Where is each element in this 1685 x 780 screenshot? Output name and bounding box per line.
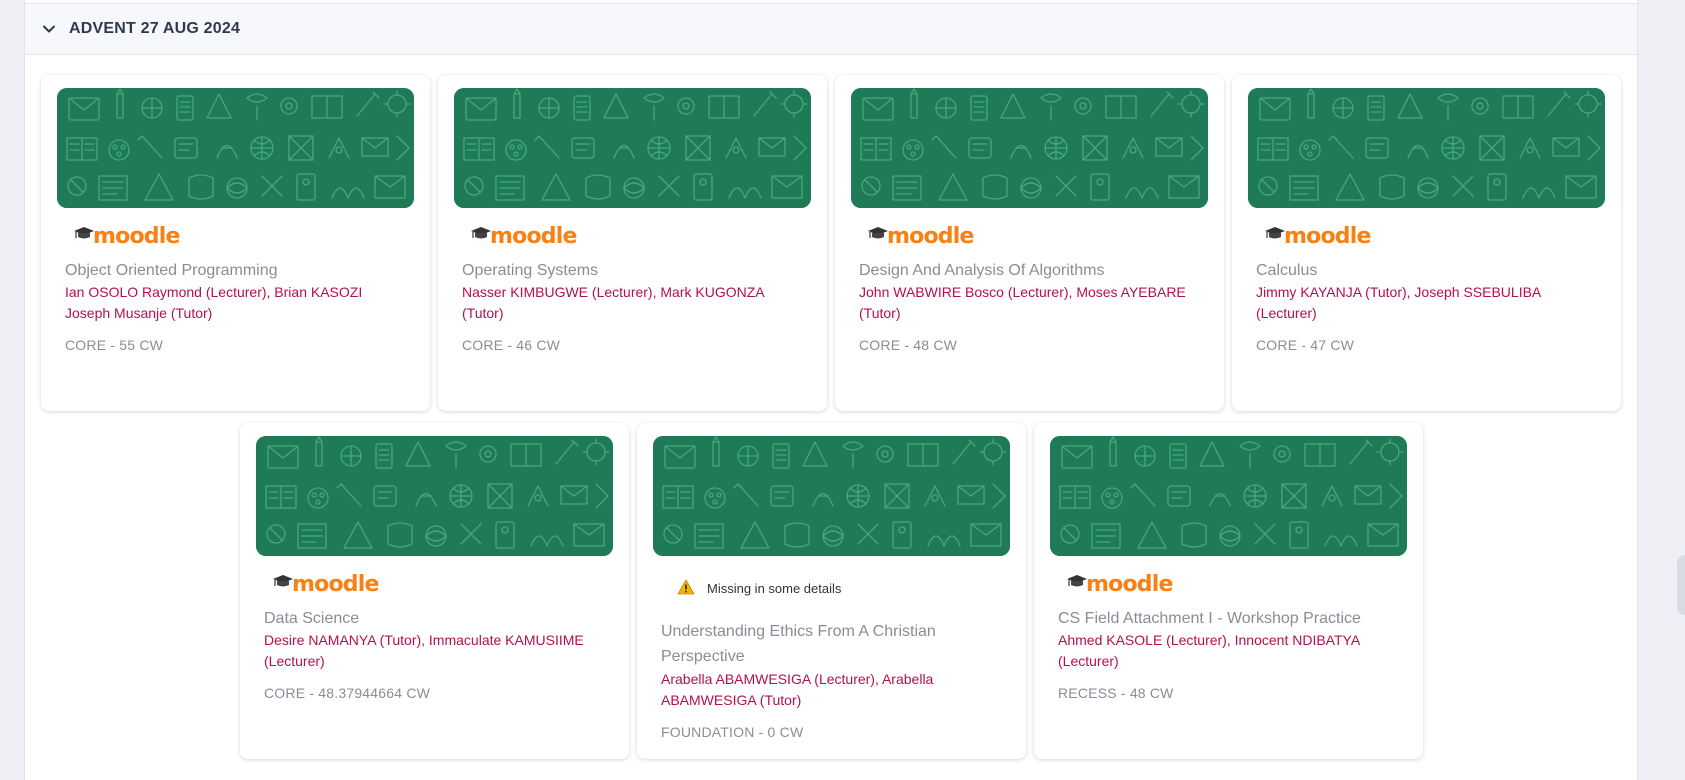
- course-meta: CORE - 55 CW: [65, 337, 164, 353]
- chevron-down-icon[interactable]: [41, 21, 57, 37]
- side-drawer-handle[interactable]: [1677, 555, 1685, 615]
- course-lecturers: Desire NAMANYA (Tutor), Immaculate KAMUS…: [264, 632, 584, 669]
- moodle-logo: moodle: [272, 569, 379, 599]
- graduation-cap-icon: [73, 226, 95, 247]
- course-meta: CORE - 46 CW: [462, 337, 561, 353]
- course-banner-image: [1248, 88, 1605, 208]
- course-title: Object Oriented Programming: [65, 262, 278, 279]
- course-meta: RECESS - 48 CW: [1058, 685, 1174, 701]
- course-card[interactable]: moodle Calculus Jimmy KAYANJA (Tutor), J…: [1232, 75, 1621, 411]
- graduation-cap-icon: [272, 574, 294, 595]
- course-banner-image: [851, 88, 1208, 208]
- moodle-logo: moodle: [1264, 221, 1371, 251]
- section-title: ADVENT 27 AUG 2024: [69, 20, 241, 37]
- course-title: Design And Analysis Of Algorithms: [859, 262, 1105, 279]
- course-banner-image: [1050, 436, 1407, 556]
- course-meta: FOUNDATION - 0 CW: [661, 724, 804, 740]
- warning-icon: [677, 579, 695, 598]
- moodle-logo: moodle: [73, 221, 180, 251]
- course-title: Calculus: [1256, 262, 1318, 279]
- course-title: Understanding Ethics From A Christian Pe…: [661, 623, 936, 665]
- course-lecturers: Nasser KIMBUGWE (Lecturer), Mark KUGONZA…: [462, 284, 764, 321]
- course-lecturers: John WABWIRE Bosco (Lecturer), Moses AYE…: [859, 284, 1186, 321]
- course-card[interactable]: moodle Data Science Desire NAMANYA (Tuto…: [240, 423, 629, 759]
- course-banner-image: [454, 88, 811, 208]
- course-lecturers: Ian OSOLO Raymond (Lecturer), Brian KASO…: [65, 284, 363, 321]
- course-banner-image: [653, 436, 1010, 556]
- course-title: Data Science: [264, 610, 360, 627]
- graduation-cap-icon: [470, 226, 492, 247]
- course-card[interactable]: moodle Design And Analysis Of Algorithms…: [835, 75, 1224, 411]
- course-meta: CORE - 48 CW: [859, 337, 958, 353]
- course-lecturers: Ahmed KASOLE (Lecturer), Innocent NDIBAT…: [1058, 632, 1360, 669]
- course-card[interactable]: Missing in some details Understanding Et…: [637, 423, 1026, 759]
- moodle-logo: moodle: [1066, 569, 1173, 599]
- course-meta: CORE - 48.37944664 CW: [264, 685, 431, 701]
- course-title: Operating Systems: [462, 262, 599, 279]
- course-lecturers: Jimmy KAYANJA (Tutor), Joseph SSEBULIBA …: [1256, 284, 1541, 321]
- section-header[interactable]: ADVENT 27 AUG 2024: [25, 3, 1637, 55]
- course-lecturers: Arabella ABAMWESIGA (Lecturer), Arabella…: [661, 671, 934, 708]
- graduation-cap-icon: [867, 226, 889, 247]
- course-banner-image: [57, 88, 414, 208]
- warning-text: Missing in some details: [707, 581, 842, 596]
- graduation-cap-icon: [1066, 574, 1088, 595]
- course-card[interactable]: moodle CS Field Attachment I - Workshop …: [1034, 423, 1423, 759]
- course-title: CS Field Attachment I - Workshop Practic…: [1058, 610, 1361, 627]
- course-banner-image: [256, 436, 613, 556]
- graduation-cap-icon: [1264, 226, 1286, 247]
- course-card[interactable]: moodle Object Oriented Programming Ian O…: [41, 75, 430, 411]
- moodle-logo: moodle: [470, 221, 577, 251]
- course-meta: CORE - 47 CW: [1256, 337, 1355, 353]
- moodle-logo: moodle: [867, 221, 974, 251]
- missing-details-warning: Missing in some details: [677, 579, 841, 598]
- course-card[interactable]: moodle Operating Systems Nasser KIMBUGWE…: [438, 75, 827, 411]
